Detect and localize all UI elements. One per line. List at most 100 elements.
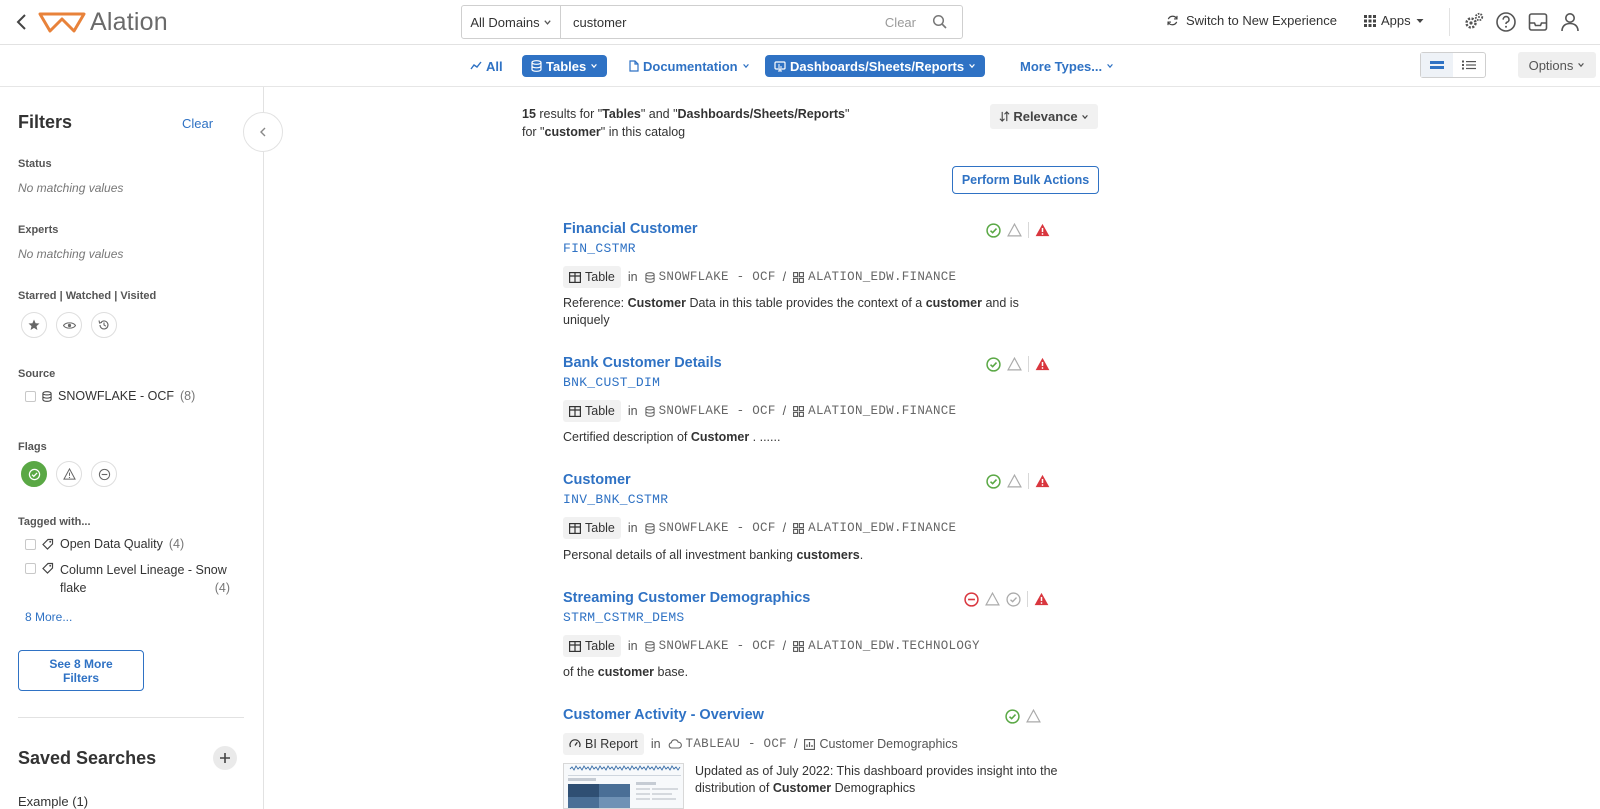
domain-dropdown[interactable]: All Domains bbox=[462, 6, 561, 38]
sort-relevance-dropdown[interactable]: Relevance bbox=[990, 104, 1098, 129]
tag-checkbox[interactable] bbox=[25, 563, 36, 574]
domain-dropdown-label: All Domains bbox=[470, 14, 540, 30]
deprecated-minus-icon[interactable] bbox=[964, 591, 979, 607]
result-schema-link[interactable]: ALATION_EDW.TECHNOLOGY bbox=[793, 639, 980, 653]
flag-divider bbox=[1028, 473, 1029, 489]
collapse-sidebar-button[interactable] bbox=[243, 112, 283, 152]
result-flags bbox=[986, 222, 1050, 238]
endorsed-check-icon[interactable] bbox=[986, 356, 1001, 372]
filters-clear-link[interactable]: Clear bbox=[182, 116, 213, 131]
view-compact-button[interactable] bbox=[1453, 53, 1485, 77]
tag-checkbox[interactable] bbox=[25, 538, 36, 550]
inbox-icon[interactable] bbox=[1527, 11, 1549, 33]
caret-down-icon bbox=[1416, 18, 1424, 23]
help-icon[interactable] bbox=[1495, 11, 1517, 33]
endorsed-check-icon[interactable] bbox=[1005, 708, 1020, 724]
endorsed-check-icon[interactable] bbox=[986, 473, 1001, 489]
result-schema-link[interactable]: ALATION_EDW.FINANCE bbox=[793, 270, 956, 284]
results-summary-line: 15 results for "Tables" and "Dashboards/… bbox=[522, 105, 849, 123]
result-source-label: SNOWFLAKE - OCF bbox=[658, 521, 776, 535]
see-more-line: Filters bbox=[62, 670, 99, 685]
object-type-badge: Table bbox=[563, 266, 621, 288]
database-icon bbox=[42, 390, 52, 402]
result-schema-link[interactable]: ALATION_EDW.FINANCE bbox=[793, 404, 956, 418]
watched-filter-button[interactable] bbox=[56, 312, 82, 338]
warning-alert-icon[interactable] bbox=[1035, 474, 1050, 488]
tab-all[interactable]: All bbox=[470, 55, 503, 77]
experts-empty: No matching values bbox=[18, 247, 124, 261]
desc-text: . ...... bbox=[749, 430, 781, 444]
result-source-label: SNOWFLAKE - OCF bbox=[658, 270, 776, 284]
result-title-link[interactable]: Bank Customer Details bbox=[563, 355, 722, 371]
result-title-link[interactable]: Customer bbox=[563, 472, 631, 488]
alation-logo[interactable]: Alation bbox=[38, 8, 168, 37]
result-schema-label: ALATION_EDW.FINANCE bbox=[808, 521, 957, 535]
trend-line-icon bbox=[470, 61, 482, 70]
compact-list-icon bbox=[1462, 60, 1476, 70]
result-source-link[interactable]: SNOWFLAKE - OCF bbox=[644, 270, 776, 284]
warning-alert-icon[interactable] bbox=[1035, 357, 1050, 371]
options-dropdown[interactable]: Options bbox=[1518, 52, 1596, 78]
apps-menu[interactable]: Apps bbox=[1364, 13, 1424, 28]
desc-highlight: Customer bbox=[772, 781, 832, 795]
result-source-link[interactable]: TABLEAU - OCF bbox=[668, 737, 787, 751]
warning-alert-icon[interactable] bbox=[1035, 223, 1050, 237]
result-title-link[interactable]: Streaming Customer Demographics bbox=[563, 590, 810, 606]
endorsed-outline-icon[interactable] bbox=[1006, 591, 1021, 607]
result-source-link[interactable]: SNOWFLAKE - OCF bbox=[644, 521, 776, 535]
alation-logo-mark-icon bbox=[38, 12, 86, 32]
result-schema-link[interactable]: ALATION_EDW.FINANCE bbox=[793, 521, 956, 535]
search-input[interactable] bbox=[561, 7, 885, 37]
expanded-list-icon bbox=[1430, 61, 1444, 69]
visited-filter-button[interactable] bbox=[91, 312, 117, 338]
user-profile-icon[interactable] bbox=[1559, 11, 1581, 33]
eye-icon bbox=[62, 321, 76, 329]
source-checkbox[interactable] bbox=[25, 390, 36, 402]
endorsed-check-icon[interactable] bbox=[986, 222, 1001, 238]
saved-search-item[interactable]: Example (1) bbox=[18, 794, 88, 809]
report-thumbnail[interactable] bbox=[563, 763, 684, 809]
search-clear-link[interactable]: Clear bbox=[885, 15, 916, 30]
warning-outline-icon[interactable] bbox=[1007, 223, 1022, 237]
search-icon[interactable] bbox=[932, 14, 948, 30]
desc-highlight: customer bbox=[925, 296, 982, 310]
chevron-down-icon bbox=[1081, 114, 1088, 119]
warning-outline-icon[interactable] bbox=[1007, 474, 1022, 488]
result-parent-link[interactable]: Customer Demographics bbox=[804, 737, 958, 751]
result-title-link[interactable]: Customer Activity - Overview bbox=[563, 707, 764, 723]
database-icon bbox=[644, 640, 655, 652]
more-tags-link[interactable]: 8 More... bbox=[25, 610, 72, 624]
see-more-filters-button[interactable]: See 8 More Filters bbox=[18, 650, 144, 691]
results-summary-line: for "customer" in this catalog bbox=[522, 123, 849, 141]
result-title-link[interactable]: Financial Customer bbox=[563, 221, 698, 237]
tab-tables[interactable]: Tables bbox=[522, 55, 608, 77]
view-expanded-button[interactable] bbox=[1421, 53, 1453, 77]
tab-documentation[interactable]: Documentation bbox=[629, 55, 750, 77]
tag-icon bbox=[42, 538, 54, 550]
gauge-icon bbox=[569, 739, 581, 748]
object-type-badge: Table bbox=[563, 517, 621, 539]
bulk-actions-button[interactable]: Perform Bulk Actions bbox=[952, 166, 1099, 194]
back-chevron-icon[interactable] bbox=[12, 12, 32, 32]
starred-filter-button[interactable] bbox=[21, 312, 47, 338]
warning-outline-icon[interactable] bbox=[985, 592, 1000, 606]
result-source-link[interactable]: SNOWFLAKE - OCF bbox=[644, 639, 776, 653]
result-source-label: SNOWFLAKE - OCF bbox=[658, 404, 776, 418]
warning-outline-icon[interactable] bbox=[1007, 357, 1022, 371]
warning-alert-icon[interactable] bbox=[1034, 592, 1049, 606]
warning-flag-filter-button[interactable] bbox=[56, 461, 82, 487]
desc-highlight: customers bbox=[796, 548, 860, 562]
options-label: Options bbox=[1528, 57, 1574, 73]
settings-gears-icon[interactable] bbox=[1463, 11, 1485, 33]
result-source-link[interactable]: SNOWFLAKE - OCF bbox=[644, 404, 776, 418]
warning-outline-icon[interactable] bbox=[1026, 709, 1041, 723]
tab-more-types-label: More Types... bbox=[1020, 58, 1103, 74]
tab-more-types[interactable]: More Types... bbox=[1020, 55, 1114, 77]
endorsed-flag-filter-button[interactable] bbox=[21, 461, 47, 487]
dashboard-icon bbox=[774, 60, 786, 72]
result-meta: Table in SNOWFLAKE - OCF / ALATION_EDW.F… bbox=[563, 517, 956, 539]
switch-experience-button[interactable]: Switch to New Experience bbox=[1166, 13, 1337, 28]
add-saved-search-button[interactable] bbox=[213, 746, 237, 770]
deprecated-flag-filter-button[interactable] bbox=[91, 461, 117, 487]
tab-dashboards[interactable]: Dashboards/Sheets/Reports bbox=[765, 55, 986, 77]
